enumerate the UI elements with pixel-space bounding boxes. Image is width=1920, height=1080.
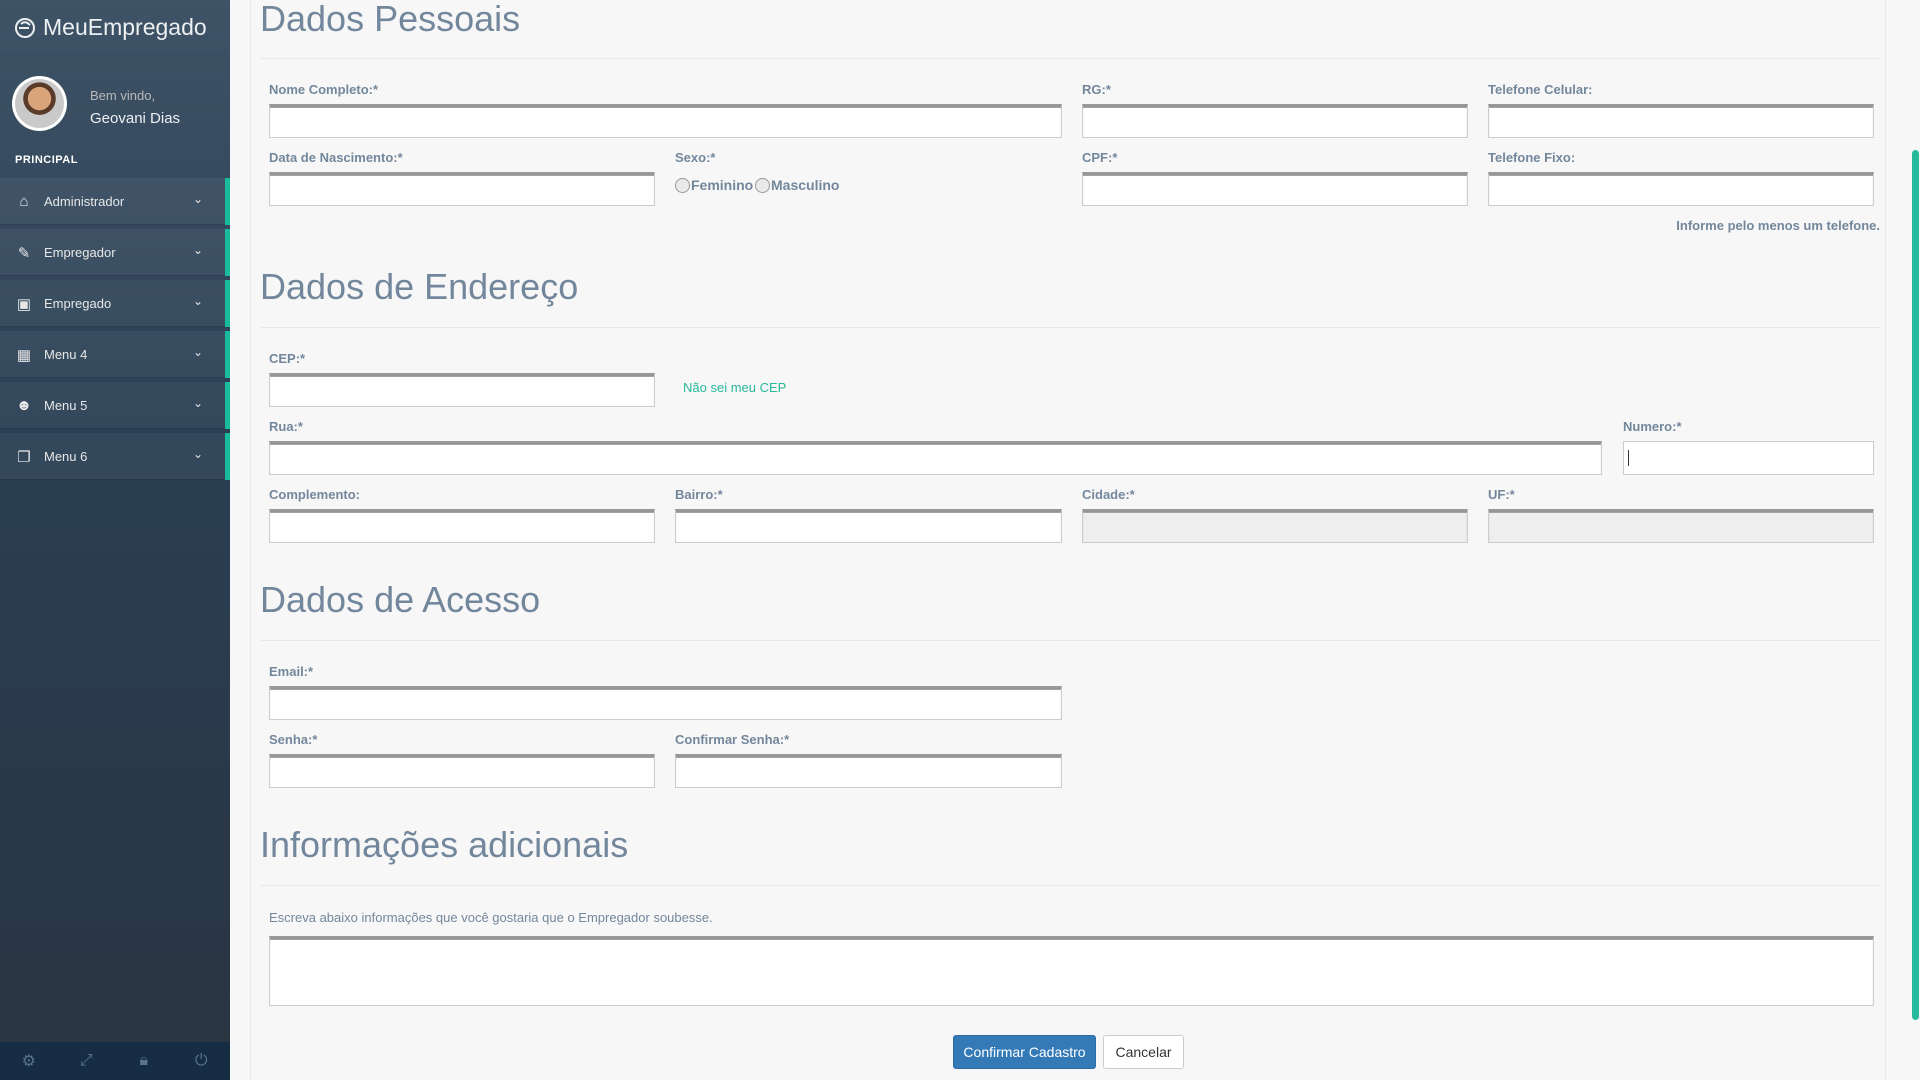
divider: [260, 327, 1880, 328]
sidebar-item-label: Menu 5: [44, 398, 88, 413]
chevron-down-icon: ⌄: [192, 447, 203, 461]
complemento-label: Complemento:: [269, 487, 360, 502]
radio-dot[interactable]: [755, 177, 770, 193]
nome-label: Nome Completo:*: [269, 82, 379, 97]
complemento-input[interactable]: [269, 509, 655, 543]
numero-label: Numero:*: [1623, 419, 1682, 434]
cpf-label: CPF:*: [1082, 150, 1118, 165]
celular-input[interactable]: [1488, 104, 1874, 138]
sexo-feminino-radio[interactable]: Feminino: [675, 177, 753, 193]
settings-icon[interactable]: ⚙: [0, 1042, 58, 1080]
profile: Bem vindo, Geovani Dias: [12, 76, 222, 136]
sexo-label: Sexo:*: [675, 150, 716, 165]
cep-label: CEP:*: [269, 351, 306, 366]
confirmar-senha-input[interactable]: [675, 754, 1062, 788]
sidebar-menu: ⌂ Administrador ⌄ ✎ Empregador ⌄ ▣ Empre…: [0, 178, 230, 484]
nome-input[interactable]: [269, 104, 1062, 138]
chevron-down-icon: ⌄: [192, 396, 203, 410]
feminino-label: Feminino: [691, 177, 754, 193]
cep-help-link[interactable]: Não sei meu CEP: [683, 380, 786, 395]
calendar-icon: ▦: [16, 346, 32, 364]
main-content: Dados Pessoais Nome Completo:* RG:* Tele…: [230, 0, 1920, 1080]
sidebar-item-label: Empregado: [44, 296, 112, 311]
cpf-input[interactable]: [1082, 172, 1468, 206]
home-icon: ⌂: [19, 193, 29, 210]
username: Geovani Dias: [90, 110, 181, 127]
confirmar-senha-label: Confirmar Senha:*: [675, 732, 790, 747]
uf-input[interactable]: [1488, 509, 1874, 543]
sidebar: MeuEmpregado Bem vindo, Geovani Dias PRI…: [0, 0, 230, 1080]
section-title-address: Dados de Endereço: [260, 266, 579, 307]
scrollbar[interactable]: [1910, 0, 1920, 1080]
welcome-text: Bem vindo,: [90, 88, 156, 103]
edit-icon: ✎: [17, 244, 31, 262]
sidebar-item-menu-6[interactable]: ❐ Menu 6 ⌄: [0, 433, 230, 480]
divider: [260, 885, 1880, 886]
nascimento-label: Data de Nascimento:*: [269, 150, 403, 165]
fixo-input[interactable]: [1488, 172, 1874, 206]
sexo-masculino-radio[interactable]: Masculino: [755, 177, 839, 193]
sidebar-item-empregado[interactable]: ▣ Empregado ⌄: [0, 280, 230, 327]
sidebar-item-administrador[interactable]: ⌂ Administrador ⌄: [0, 178, 230, 225]
fullscreen-icon[interactable]: ⤢: [58, 1042, 116, 1080]
brand-name: MeuEmpregado: [43, 14, 207, 40]
avatar[interactable]: [12, 76, 67, 131]
section-title-personal: Dados Pessoais: [260, 0, 521, 39]
cidade-input[interactable]: [1082, 509, 1468, 543]
brand-logo-icon: [12, 15, 38, 41]
power-icon[interactable]: ⏻: [173, 1042, 231, 1080]
section-title-access: Dados de Acesso: [260, 579, 541, 620]
numero-input[interactable]: [1623, 441, 1874, 475]
nascimento-input[interactable]: [269, 172, 655, 206]
extra-help-text: Escreva abaixo informações que você gost…: [269, 910, 713, 925]
senha-input[interactable]: [269, 754, 655, 788]
cidade-label: Cidade:*: [1082, 487, 1135, 502]
bairro-input[interactable]: [675, 509, 1062, 543]
fixo-label: Telefone Fixo:: [1488, 150, 1576, 165]
section-title-extra: Informações adicionais: [260, 824, 629, 865]
chevron-down-icon: ⌄: [192, 294, 203, 308]
sidebar-item-menu-5[interactable]: ☻ Menu 5 ⌄: [0, 382, 230, 429]
uf-label: UF:*: [1488, 487, 1515, 502]
telefone-note: Informe pelo menos um telefone.: [1676, 218, 1880, 233]
senha-label: Senha:*: [269, 732, 318, 747]
confirm-button[interactable]: Confirmar Cadastro: [953, 1035, 1096, 1069]
sidebar-item-menu-4[interactable]: ▦ Menu 4 ⌄: [0, 331, 230, 378]
menu-section-title: PRINCIPAL: [15, 154, 78, 166]
masculino-label: Masculino: [771, 177, 840, 193]
sidebar-item-label: Empregador: [44, 245, 116, 260]
rg-label: RG:*: [1082, 82, 1111, 97]
sidebar-item-empregador[interactable]: ✎ Empregador ⌄: [0, 229, 230, 276]
bairro-label: Bairro:*: [675, 487, 723, 502]
chevron-down-icon: ⌄: [192, 345, 203, 359]
sidebar-footer: ⚙ ⤢ 🔒︎ ⏻: [0, 1042, 230, 1080]
radio-dot[interactable]: [675, 177, 690, 193]
lock-icon[interactable]: 🔒︎: [115, 1042, 173, 1080]
email-input[interactable]: [269, 686, 1062, 720]
cancel-button[interactable]: Cancelar: [1103, 1035, 1184, 1069]
sidebar-item-label: Administrador: [44, 194, 125, 209]
contact-card-icon: ▣: [16, 295, 32, 313]
rua-input[interactable]: [269, 441, 1602, 475]
scrollbar-thumb[interactable]: [1912, 150, 1919, 1020]
users-icon: ☻: [16, 397, 32, 414]
registration-panel: Dados Pessoais Nome Completo:* RG:* Tele…: [250, 0, 1886, 1080]
rg-input[interactable]: [1082, 104, 1468, 138]
chevron-down-icon: ⌄: [192, 192, 203, 206]
cep-input[interactable]: [269, 373, 655, 407]
divider: [260, 640, 1880, 641]
extra-info-textarea[interactable]: [269, 936, 1874, 1006]
brand[interactable]: MeuEmpregado: [0, 0, 230, 56]
divider: [260, 58, 1880, 59]
sidebar-item-label: Menu 4: [44, 347, 88, 362]
celular-label: Telefone Celular:: [1488, 82, 1593, 97]
clone-icon: ❐: [17, 448, 31, 466]
email-label: Email:*: [269, 664, 314, 679]
rua-label: Rua:*: [269, 419, 303, 434]
chevron-down-icon: ⌄: [192, 243, 203, 257]
text-caret: [1628, 450, 1629, 466]
sidebar-item-label: Menu 6: [44, 449, 88, 464]
